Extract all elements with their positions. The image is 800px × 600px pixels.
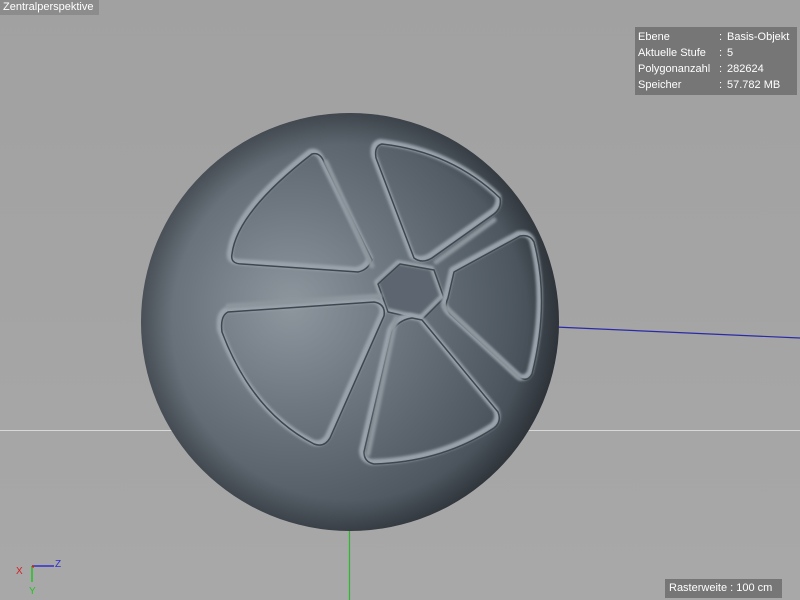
z-axis-label: Z	[55, 559, 62, 570]
info-key: Ebene	[638, 31, 670, 43]
sphere-object[interactable]	[141, 113, 559, 531]
info-row-current-level: Aktuelle Stufe : 5	[635, 45, 797, 61]
y-axis-label: Y	[29, 586, 36, 597]
axis-gizmo: X Z Y	[10, 556, 70, 600]
grid-spacing-readout: Rasterweite : 100 cm	[665, 579, 783, 598]
info-key: Aktuelle Stufe	[638, 47, 706, 59]
info-row-memory: Speicher : 57.782 MB	[635, 77, 797, 93]
info-value: 282624	[727, 63, 764, 75]
info-key: Speicher	[638, 79, 682, 91]
info-separator: :	[719, 31, 723, 43]
info-separator: :	[719, 47, 723, 59]
info-separator: :	[719, 63, 723, 75]
view-mode-label[interactable]: Zentralperspektive	[0, 0, 99, 15]
info-separator: :	[719, 79, 723, 91]
x-axis-line	[31, 565, 35, 568]
info-row-level: Ebene : Basis-Objekt	[635, 29, 797, 45]
info-value: 5	[727, 47, 734, 59]
world-axis-line	[554, 326, 800, 339]
3d-viewport[interactable]: Zentralperspektive Ebene : Basis-Objekt …	[0, 0, 800, 600]
info-value: 57.782 MB	[727, 79, 781, 91]
info-key: Polygonanzahl	[638, 63, 711, 75]
hud-info-panel: Ebene : Basis-Objekt Aktuelle Stufe : 5 …	[635, 27, 797, 95]
x-axis-label: X	[16, 566, 23, 577]
info-value: Basis-Objekt	[727, 31, 790, 43]
info-row-polygon-count: Polygonanzahl : 282624	[635, 61, 797, 77]
